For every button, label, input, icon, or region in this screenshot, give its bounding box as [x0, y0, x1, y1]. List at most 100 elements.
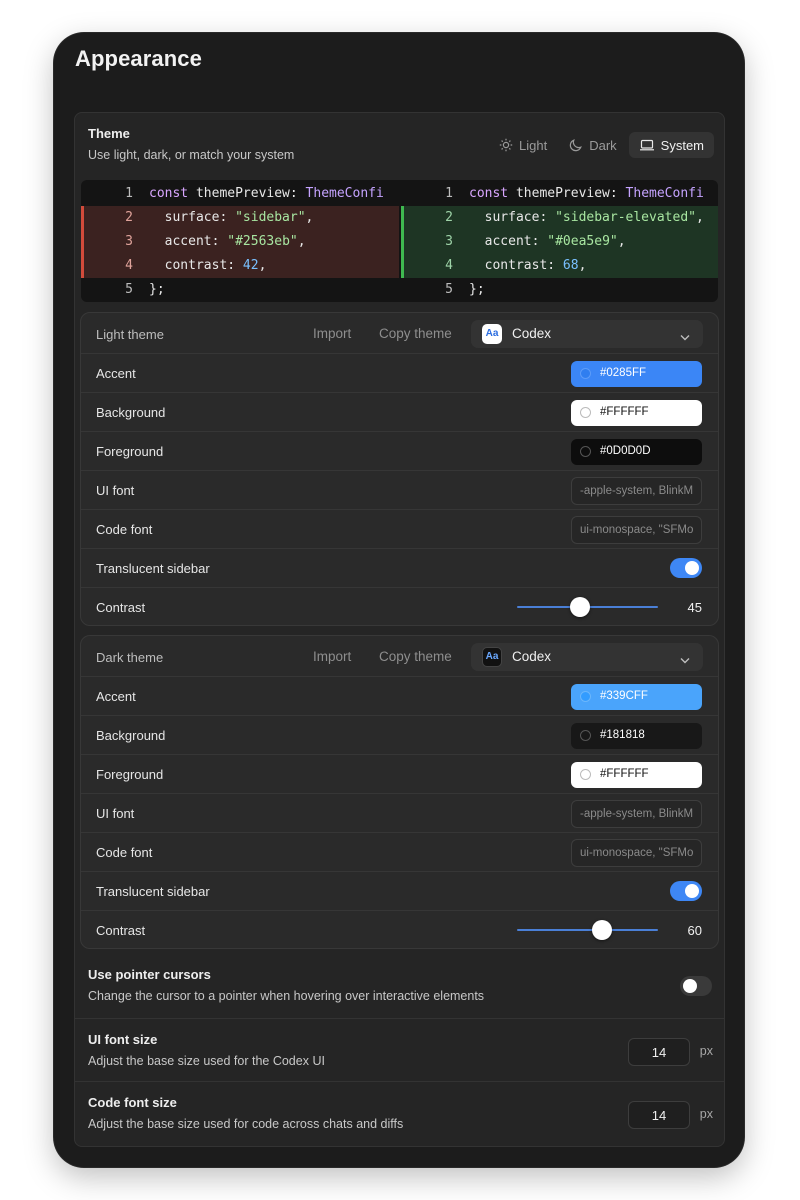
diff-line: 5}; [81, 278, 399, 302]
light-foreground-row: Foreground #0D0D0D [81, 431, 718, 470]
toggle-knob [685, 884, 699, 898]
dark-code-font-input[interactable] [571, 839, 702, 867]
light-contrast-slider[interactable] [517, 597, 658, 617]
line-number: 4 [125, 258, 133, 273]
dark-contrast-slider[interactable] [517, 920, 658, 940]
dark-translucent-toggle[interactable] [670, 881, 702, 901]
light-accent-swatch[interactable]: #0285FF [571, 361, 702, 387]
code-font-size-input[interactable] [628, 1101, 690, 1129]
light-copy-theme-button[interactable]: Copy theme [379, 326, 452, 341]
dark-theme-header: Dark theme Import Copy theme Aa Codex [81, 636, 718, 676]
theme-diff-preview: 1 const themePreview: ThemeConfi 2 surface… [81, 180, 718, 302]
ui-font-size-title: UI font size [88, 1032, 158, 1047]
slider-thumb[interactable] [591, 920, 612, 940]
ui-font-size-unit: px [699, 1044, 713, 1058]
dark-foreground-value: #FFFFFF [600, 768, 649, 780]
dark-foreground-row: Foreground #FFFFFF [81, 754, 718, 793]
dark-contrast-label: Contrast [96, 923, 146, 938]
font-preview-icon: Aa [482, 324, 502, 344]
code-font-size-unit: px [699, 1107, 713, 1121]
dark-import-button[interactable]: Import [313, 649, 351, 664]
light-theme-card: Light theme Import Copy theme Aa Codex A… [80, 312, 719, 626]
dark-background-row: Background #181818 [81, 715, 718, 754]
light-code-font-row: Code font [81, 509, 718, 548]
diff-line: 3 accent: "#0ea5e9", [401, 230, 718, 254]
dark-code-font-row: Code font [81, 832, 718, 871]
theme-title: Theme [88, 126, 130, 141]
line-number: 5 [445, 282, 453, 297]
dark-font-name: Codex [512, 649, 552, 664]
mode-dark-button[interactable]: Dark [559, 132, 626, 158]
dark-accent-swatch[interactable]: #339CFF [571, 684, 702, 710]
chevron-down-icon [679, 329, 691, 347]
dark-accent-value: #339CFF [600, 690, 648, 702]
light-foreground-swatch[interactable]: #0D0D0D [571, 439, 702, 465]
pointer-cursor-subtitle: Change the cursor to a pointer when hove… [88, 989, 485, 1003]
dark-translucent-row: Translucent sidebar [81, 871, 718, 910]
light-code-font-input[interactable] [571, 516, 702, 544]
toggle-knob [685, 561, 699, 575]
dark-background-label: Background [96, 728, 166, 743]
light-font-select[interactable]: Aa Codex [471, 320, 703, 348]
diff-line: 1 const themePreview: ThemeConfi [81, 182, 399, 206]
diff-line: 1 const themePreview: ThemeConfi [401, 182, 718, 206]
light-contrast-value: 45 [687, 600, 702, 615]
dark-ui-font-label: UI font [96, 806, 135, 821]
slider-thumb[interactable] [570, 597, 591, 617]
light-import-button[interactable]: Import [313, 326, 351, 341]
dark-copy-theme-button[interactable]: Copy theme [379, 649, 452, 664]
code-text: accent: "#0ea5e9", [469, 234, 626, 249]
light-ui-font-row: UI font [81, 470, 718, 509]
light-contrast-label: Contrast [96, 600, 146, 615]
mode-dark-label: Dark [589, 137, 617, 153]
color-dot-icon [580, 446, 591, 457]
light-background-row: Background #FFFFFF [81, 392, 718, 431]
sun-icon [499, 138, 513, 152]
line-number: 5 [125, 282, 133, 297]
dark-contrast-row: Contrast 60 [81, 910, 718, 948]
dark-foreground-label: Foreground [96, 767, 164, 782]
light-translucent-toggle[interactable] [670, 558, 702, 578]
toggle-knob [683, 979, 697, 993]
code-text: surface: "sidebar", [149, 210, 314, 225]
code-font-size-title: Code font size [88, 1095, 177, 1110]
light-ui-font-input[interactable] [571, 477, 702, 505]
pointer-cursor-toggle[interactable] [680, 976, 712, 996]
diff-left-pane: 1 const themePreview: ThemeConfi 2 surface… [81, 180, 399, 302]
dark-foreground-swatch[interactable]: #FFFFFF [571, 762, 702, 788]
light-ui-font-label: UI font [96, 483, 135, 498]
mode-system-button[interactable]: System [628, 132, 714, 158]
dark-ui-font-row: UI font [81, 793, 718, 832]
light-font-name: Codex [512, 326, 552, 341]
line-number: 3 [445, 234, 453, 249]
line-number: 4 [445, 258, 453, 273]
dark-translucent-label: Translucent sidebar [96, 884, 210, 899]
light-code-font-label: Code font [96, 522, 153, 537]
slider-track [517, 929, 658, 931]
light-foreground-value: #0D0D0D [600, 445, 651, 457]
code-text: }; [149, 282, 165, 297]
color-dot-icon [580, 407, 591, 418]
ui-font-size-input[interactable] [628, 1038, 690, 1066]
diff-line: 5}; [401, 278, 718, 302]
pointer-cursor-title: Use pointer cursors [88, 967, 211, 982]
dark-font-select[interactable]: Aa Codex [471, 643, 703, 671]
diff-line: 4 contrast: 68, [401, 254, 718, 278]
dark-contrast-value: 60 [687, 923, 702, 938]
dark-ui-font-input[interactable] [571, 800, 702, 828]
mode-light-button[interactable]: Light [489, 132, 557, 158]
line-number: 2 [125, 210, 133, 225]
dark-background-swatch[interactable]: #181818 [571, 723, 702, 749]
code-font-size-subtitle: Adjust the base size used for code acros… [88, 1117, 404, 1131]
light-background-swatch[interactable]: #FFFFFF [571, 400, 702, 426]
mode-light-label: Light [519, 137, 548, 153]
diff-line: 2 surface: "sidebar-elevated", [401, 206, 718, 230]
code-text: const themePreview: ThemeConfi [469, 186, 704, 201]
page-title: Appearance [75, 46, 202, 71]
font-preview-icon: Aa [482, 647, 502, 667]
line-number: 1 [125, 186, 133, 201]
light-accent-value: #0285FF [600, 367, 647, 379]
light-contrast-row: Contrast 45 [81, 587, 718, 625]
diff-line: 3 accent: "#2563eb", [81, 230, 399, 254]
code-text: const themePreview: ThemeConfi [149, 186, 384, 201]
